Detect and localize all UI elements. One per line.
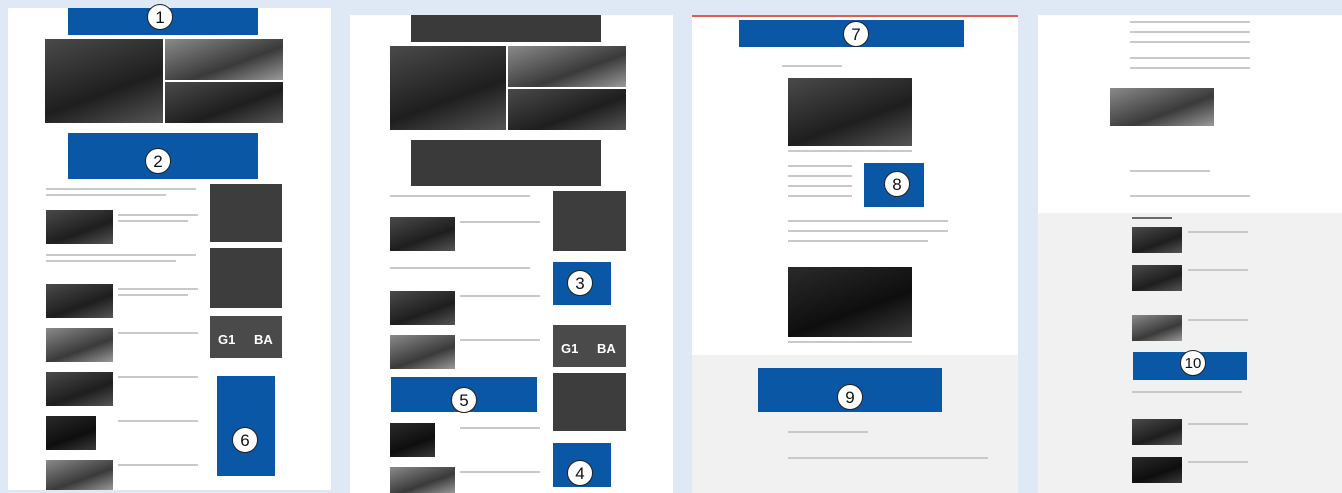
related-text (1188, 423, 1248, 425)
news-thumbnail (46, 328, 113, 362)
marker-5: 5 (451, 387, 477, 413)
comments-heading (788, 431, 868, 433)
hero-image-bottom-right (508, 89, 626, 130)
article-text (1130, 57, 1250, 59)
related-thumbnail (1132, 457, 1182, 483)
news-text (460, 221, 540, 223)
sidebar-box (553, 191, 626, 251)
marker-8: 8 (884, 171, 910, 197)
news-thumbnail (46, 372, 113, 406)
related-text (1188, 319, 1248, 321)
news-text (460, 471, 540, 473)
news-text (118, 294, 188, 296)
related-text (1188, 269, 1248, 271)
news-text (118, 420, 198, 422)
placeholder-slot (411, 140, 601, 186)
headline (390, 267, 530, 269)
related-text (1188, 231, 1248, 233)
article-text (788, 195, 852, 197)
marker-1: 1 (147, 4, 173, 30)
news-text (460, 427, 540, 429)
comment-input (1130, 195, 1250, 197)
marker-2: 2 (145, 148, 171, 174)
article-text (1130, 21, 1250, 23)
ad-slot-6 (217, 376, 275, 476)
news-text (118, 214, 198, 216)
news-text (118, 332, 198, 334)
article-text (788, 185, 852, 187)
news-thumbnail (390, 217, 455, 251)
hero-image (45, 39, 163, 123)
sidebar-box (553, 373, 626, 431)
gallery-image (1110, 88, 1214, 126)
marker-4: 4 (567, 460, 593, 486)
related-heading (1132, 217, 1172, 219)
hero-image (390, 46, 506, 130)
marker-9: 9 (837, 384, 863, 410)
related-thumbnail (1132, 227, 1182, 253)
hero-image-top-right (508, 46, 626, 87)
marker-7: 7 (843, 21, 869, 47)
article-text (788, 240, 928, 242)
comment-input (788, 457, 988, 459)
news-thumbnail (46, 460, 113, 490)
g1-logo: G1 BA (210, 316, 282, 358)
page-layout-4 (1038, 15, 1342, 493)
page-layout-3 (692, 15, 1018, 493)
marker-6: 6 (232, 427, 258, 453)
top-bar (692, 15, 1018, 17)
caption (788, 150, 912, 152)
news-text (460, 339, 540, 341)
article-text (1130, 67, 1250, 69)
news-thumbnail (46, 210, 113, 244)
news-thumbnail (390, 335, 455, 369)
news-text (118, 220, 188, 222)
news-text (118, 376, 198, 378)
headline (46, 254, 196, 256)
caption (788, 341, 912, 343)
related-thumbnail (1132, 265, 1182, 291)
news-text (118, 288, 198, 290)
news-thumbnail (390, 423, 435, 457)
sidebar-box (210, 184, 282, 242)
article-text (1130, 41, 1250, 43)
article-text (1130, 31, 1250, 33)
dateline (782, 65, 842, 67)
news-thumbnail (390, 467, 455, 493)
page-layout-2: G1 BA (350, 15, 673, 493)
g1-logo: G1 BA (553, 325, 626, 367)
article-text (788, 175, 852, 177)
placeholder-slot (411, 15, 601, 42)
news-text (118, 464, 198, 466)
related-text (1188, 461, 1248, 463)
headline (390, 195, 530, 197)
news-thumbnail (46, 284, 113, 318)
sidebar-box (210, 248, 282, 308)
article-image (788, 267, 912, 337)
marker-3: 3 (567, 270, 593, 296)
news-text (460, 295, 540, 297)
hero-image-bottom-right (165, 82, 283, 123)
headline (46, 260, 176, 262)
related-text (1132, 391, 1242, 393)
marker-10: 10 (1180, 350, 1206, 376)
article-image (788, 78, 912, 146)
hero-image-top-right (165, 39, 283, 80)
article-text (788, 220, 948, 222)
article-text (788, 230, 948, 232)
comments-heading (1130, 170, 1210, 172)
news-thumbnail (390, 291, 455, 325)
headline (46, 194, 166, 196)
related-thumbnail (1132, 315, 1182, 341)
article-text (788, 165, 852, 167)
page-layout-1: G1 BA (8, 8, 331, 490)
related-thumbnail (1132, 419, 1182, 445)
headline (46, 188, 196, 190)
news-thumbnail (46, 416, 96, 450)
